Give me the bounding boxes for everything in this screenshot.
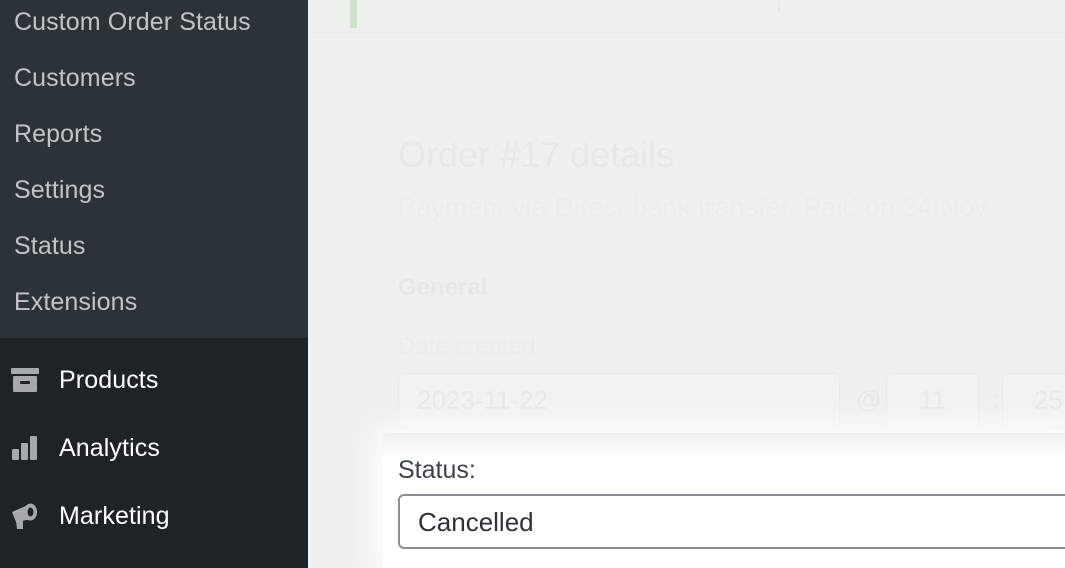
date-created-label: Date created: xyxy=(398,333,543,360)
sidebar-item-customers[interactable]: Customers xyxy=(14,64,136,92)
analytics-bar-chart-icon xyxy=(8,435,42,461)
status-panel-top-fade xyxy=(383,433,1065,459)
sidebar-item-marketing[interactable]: Marketing xyxy=(0,482,308,550)
success-notice-strip xyxy=(350,0,357,28)
sidebar-item-status[interactable]: Status xyxy=(14,232,85,260)
products-archive-icon xyxy=(8,367,42,393)
app-screen: Order #17 details Payment via Direct ban… xyxy=(0,0,1065,568)
page-title: Order #17 details xyxy=(398,134,675,175)
sidebar-item-products-label: Products xyxy=(59,366,159,394)
status-highlight-panel: Status: Cancelled xyxy=(383,433,1065,568)
minute-input[interactable]: 25 xyxy=(1002,373,1065,428)
notice-divider-tick xyxy=(778,0,780,12)
content-band-divider-second xyxy=(308,84,1065,85)
order-payment-subtitle: Payment via Direct bank transfer. Paid o… xyxy=(398,192,988,222)
general-section-heading: General xyxy=(398,274,488,301)
content-band-divider-top xyxy=(308,32,1065,33)
order-status-select[interactable]: Cancelled xyxy=(398,494,1065,549)
order-status-selected-value: Cancelled xyxy=(418,506,534,537)
admin-sidebar: Custom Order Status Customers Reports Se… xyxy=(0,0,308,568)
sidebar-item-marketing-label: Marketing xyxy=(59,502,170,530)
hour-input[interactable]: 11 xyxy=(886,373,979,428)
sidebar-item-analytics-label: Analytics xyxy=(59,434,160,462)
sidebar-main-menu: Products Analytics Marketing xyxy=(0,338,308,568)
sidebar-item-reports[interactable]: Reports xyxy=(14,120,102,148)
status-label: Status: xyxy=(398,456,476,484)
sidebar-item-analytics[interactable]: Analytics xyxy=(0,414,308,482)
sidebar-item-custom-order-status[interactable]: Custom Order Status xyxy=(14,8,251,36)
marketing-megaphone-icon xyxy=(8,502,42,530)
sidebar-submenu: Custom Order Status Customers Reports Se… xyxy=(0,0,308,338)
date-created-input[interactable]: 2023-11-22 xyxy=(398,373,840,428)
time-colon-separator: : xyxy=(992,386,999,414)
at-separator: @ xyxy=(856,386,882,414)
sidebar-item-products[interactable]: Products xyxy=(0,346,308,414)
sidebar-item-settings[interactable]: Settings xyxy=(14,176,105,204)
sidebar-item-extensions[interactable]: Extensions xyxy=(14,288,137,316)
